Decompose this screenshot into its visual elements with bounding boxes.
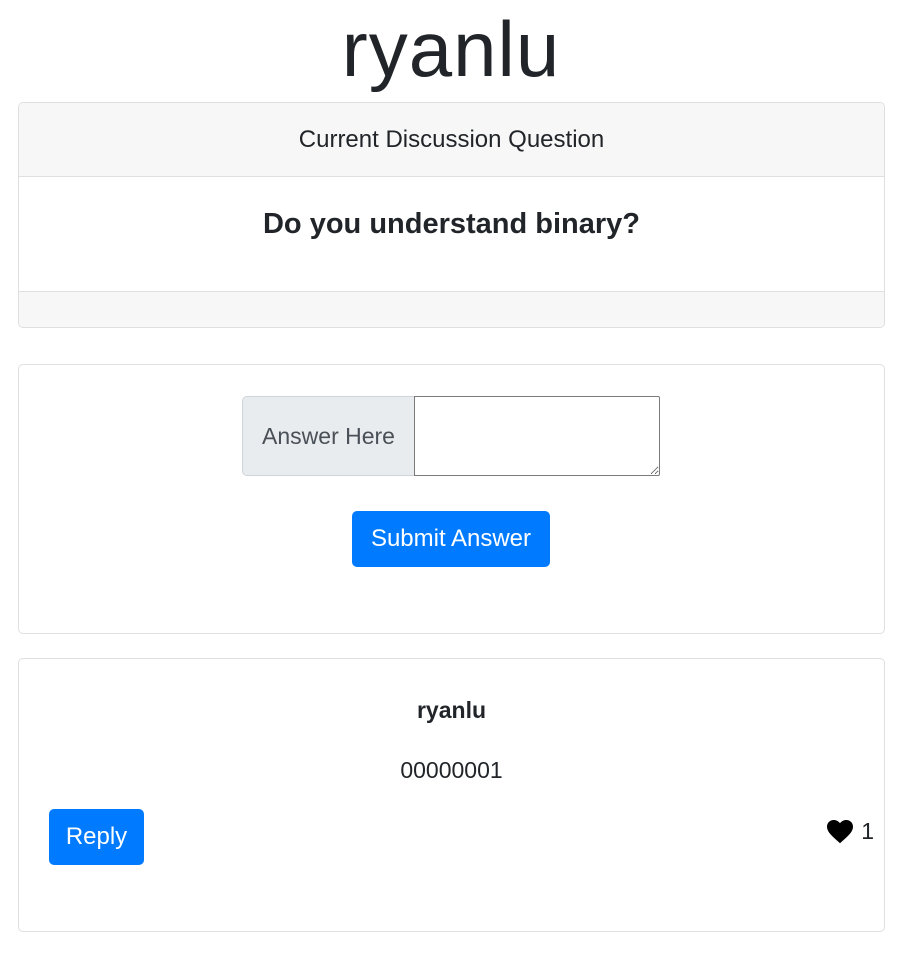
response-text: 00000001 bbox=[400, 757, 503, 783]
answer-input-label: Answer Here bbox=[242, 396, 414, 476]
heart-icon[interactable] bbox=[827, 819, 854, 844]
answer-input-group: Answer Here bbox=[242, 396, 660, 476]
page-title: ryanlu bbox=[341, 5, 561, 93]
response-card: ryanlu 00000001 Reply 1 bbox=[18, 658, 885, 932]
question-card-header-label: Current Discussion Question bbox=[298, 125, 605, 153]
question-card-body: Do you understand binary? bbox=[19, 177, 884, 291]
question-card-footer bbox=[19, 291, 884, 327]
answer-textarea[interactable] bbox=[414, 396, 660, 476]
question-card-header: Current Discussion Question bbox=[19, 103, 884, 177]
answer-form-card: Answer Here Submit Answer bbox=[18, 364, 885, 634]
like-count: 1 bbox=[861, 818, 874, 844]
reply-button[interactable]: Reply bbox=[49, 809, 144, 865]
submit-answer-button[interactable]: Submit Answer bbox=[352, 511, 550, 567]
answer-input-label-text: Answer Here bbox=[262, 422, 395, 449]
discussion-question-card: Current Discussion Question Do you under… bbox=[18, 102, 885, 328]
discussion-question-text: Do you understand binary? bbox=[262, 208, 641, 240]
like-control: 1 bbox=[827, 818, 874, 845]
response-author: ryanlu bbox=[416, 697, 487, 723]
